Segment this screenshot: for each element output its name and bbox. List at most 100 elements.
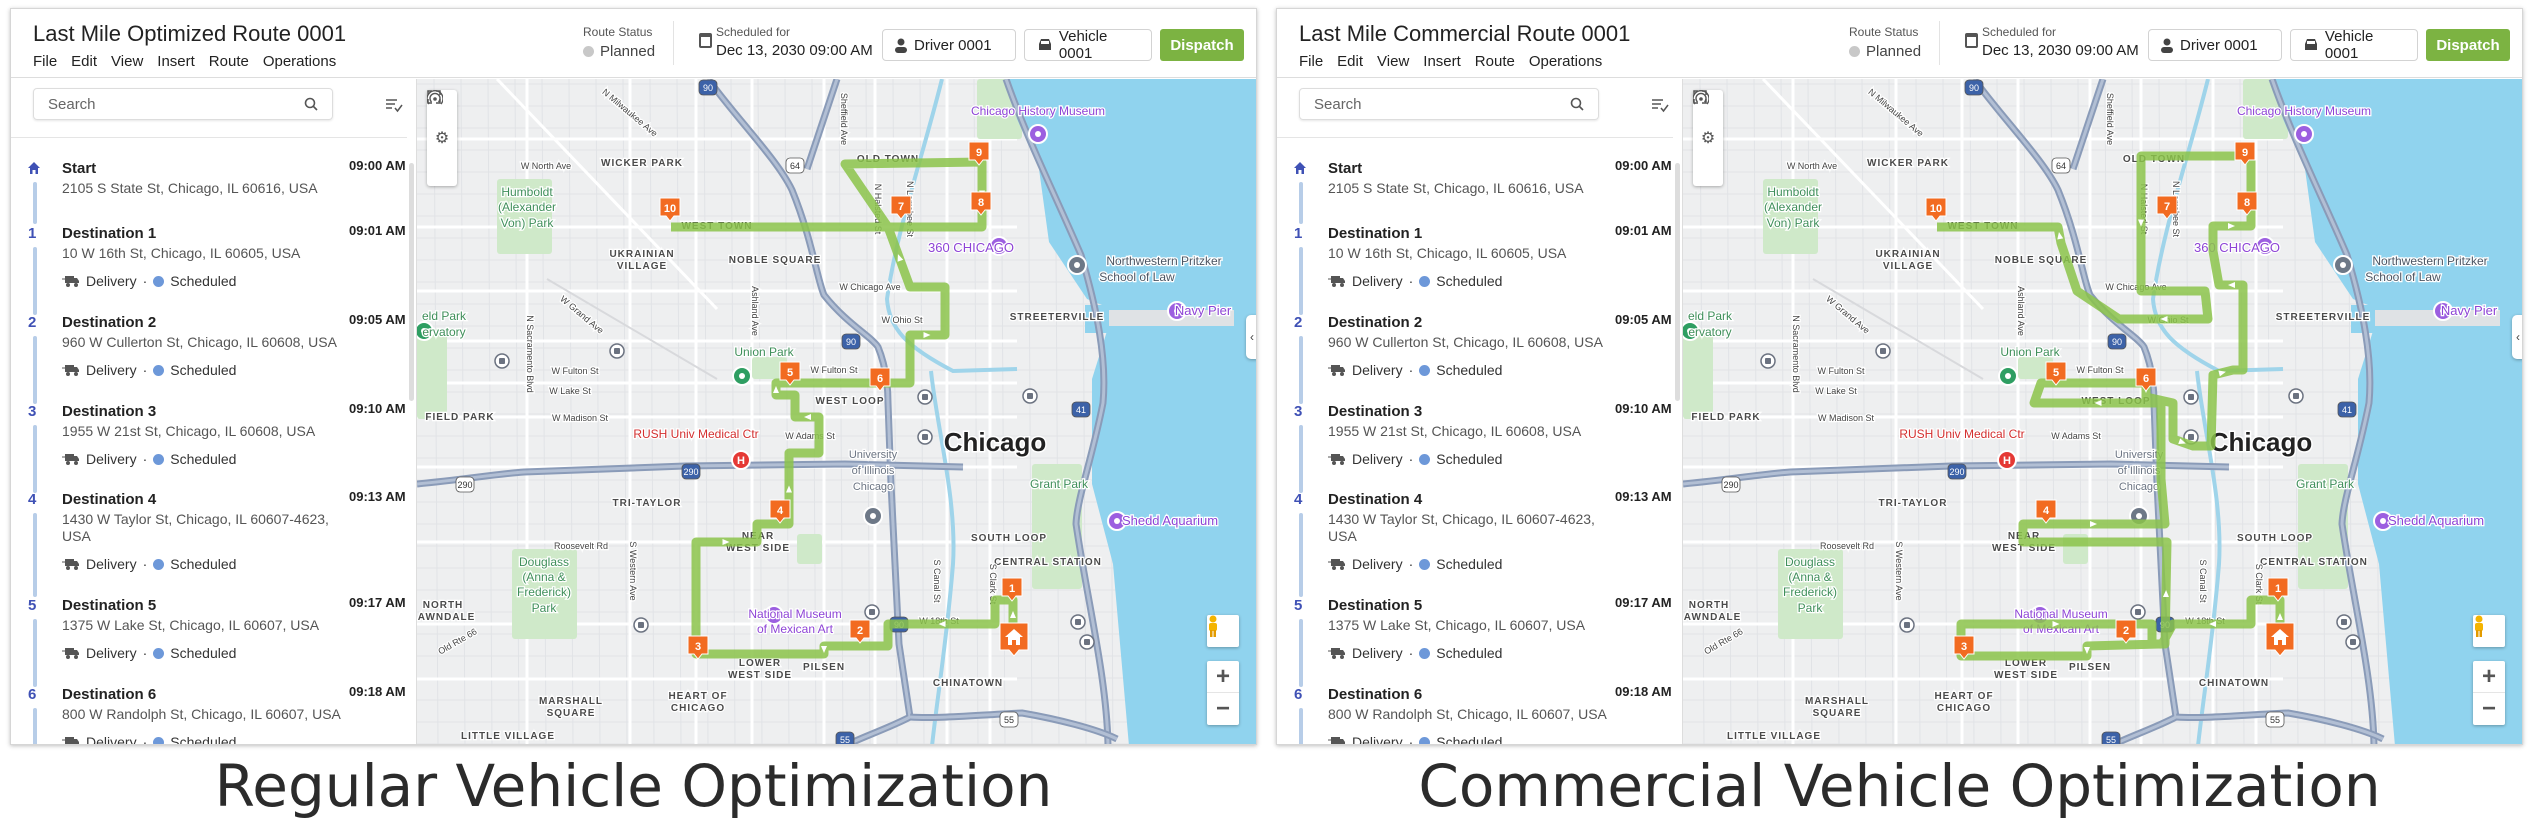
- transit-station-icon[interactable]: [2183, 389, 2199, 405]
- dispatch-button[interactable]: Dispatch: [1160, 29, 1244, 61]
- park-tree-icon[interactable]: [732, 366, 752, 386]
- map-label: SQUARE: [1813, 708, 1862, 719]
- transit-station-icon[interactable]: [917, 389, 933, 405]
- map-label: Ashland Ave: [750, 286, 760, 336]
- radar-icon[interactable]: [1693, 90, 1723, 186]
- zoom-in-button[interactable]: +: [2473, 661, 2505, 693]
- stop-marker[interactable]: 2: [2115, 619, 2137, 644]
- map-label: NORTH: [423, 600, 464, 611]
- sort-filter-icon[interactable]: [385, 97, 403, 113]
- driver-button[interactable]: Driver 0001: [2148, 29, 2282, 61]
- vehicle-button[interactable]: Vehicle 0001: [2290, 28, 2418, 62]
- map-canvas[interactable]: 90649029029041905555HN Milwaukee Ave Shef…: [417, 79, 1257, 745]
- map-canvas[interactable]: 90649029029041905555HN Milwaukee Ave Shef…: [1683, 79, 2523, 745]
- stop-status: Scheduled: [170, 273, 237, 289]
- school-icon[interactable]: [863, 506, 883, 526]
- transit-station-icon[interactable]: [1022, 388, 1038, 404]
- zoom-in-button[interactable]: +: [1207, 661, 1239, 693]
- menu-operations[interactable]: Operations: [263, 53, 336, 70]
- transit-station-icon[interactable]: [1760, 353, 1776, 369]
- scrollbar[interactable]: [409, 163, 414, 401]
- gear-icon[interactable]: ⚙: [427, 122, 457, 154]
- menu-view[interactable]: View: [111, 53, 143, 70]
- map-label: Northwestern Pritzker: [2372, 254, 2487, 268]
- menu-operations[interactable]: Operations: [1529, 53, 1602, 70]
- transit-station-icon[interactable]: [917, 429, 933, 445]
- street-view-pegman-icon[interactable]: [2473, 615, 2505, 647]
- route-map[interactable]: 90 64 90 290 290 41 90 55 55 H N Milwaukee Ave Shef…: [417, 79, 1257, 745]
- map-label: SOUTH LOOP: [2237, 533, 2313, 544]
- delivery-truck-icon: [1328, 454, 1345, 465]
- search-input[interactable]: Search: [33, 88, 333, 120]
- map-label: TRI-TAYLOR: [613, 498, 682, 509]
- transit-station-icon[interactable]: [2130, 604, 2146, 620]
- timeline-bar: [33, 513, 37, 597]
- vehicle-button[interactable]: Vehicle 0001: [1024, 28, 1152, 62]
- menu-edit[interactable]: Edit: [71, 53, 97, 70]
- menu-insert[interactable]: Insert: [157, 53, 195, 70]
- map-label: MARSHALL: [539, 696, 603, 707]
- menu-route[interactable]: Route: [209, 53, 249, 70]
- gear-icon[interactable]: ⚙: [1693, 122, 1723, 154]
- svg-text:290: 290: [1949, 467, 1964, 477]
- map-label: PILSEN: [803, 662, 845, 673]
- menu-file[interactable]: File: [1299, 53, 1323, 70]
- menu-view[interactable]: View: [1377, 53, 1409, 70]
- highway-shield: 41: [2337, 401, 2357, 418]
- collapse-panel-chevron-icon[interactable]: ‹: [1246, 315, 1256, 359]
- svg-text:4: 4: [777, 505, 784, 517]
- dispatch-button[interactable]: Dispatch: [2426, 29, 2510, 61]
- hospital-icon[interactable]: H: [731, 450, 751, 470]
- stop-number: 4: [1294, 491, 1303, 508]
- transit-station-icon[interactable]: [2288, 388, 2304, 404]
- museum-icon[interactable]: [2294, 124, 2314, 144]
- transit-station-icon[interactable]: [1079, 634, 1095, 650]
- stop-number: 3: [1294, 403, 1303, 420]
- radar-icon[interactable]: [427, 90, 457, 186]
- home-icon: [28, 160, 40, 178]
- school-icon[interactable]: [1067, 255, 1087, 275]
- stop-time: 09:13 AM: [349, 489, 406, 504]
- collapse-panel-chevron-icon[interactable]: ‹: [2512, 315, 2522, 359]
- menu-route[interactable]: Route: [1475, 53, 1515, 70]
- separator-dot: ·: [1408, 556, 1414, 572]
- transit-station-icon[interactable]: [1070, 614, 1086, 630]
- stop-type: Delivery: [86, 273, 137, 289]
- driver-button[interactable]: Driver 0001: [882, 29, 1016, 61]
- status-dot-icon: [153, 275, 165, 287]
- transit-station-icon[interactable]: [1899, 617, 1915, 633]
- stop-marker[interactable]: 10: [659, 197, 681, 222]
- status-dot-icon: [153, 558, 165, 570]
- menu-insert[interactable]: Insert: [1423, 53, 1461, 70]
- transit-station-icon[interactable]: [2336, 614, 2352, 630]
- stop-marker[interactable]: 2: [849, 619, 871, 644]
- menu-edit[interactable]: Edit: [1337, 53, 1363, 70]
- highway-shield: 41: [1071, 401, 1091, 418]
- route-status-value: Planned: [1866, 43, 1922, 60]
- search-icon: [304, 97, 318, 111]
- transit-station-icon[interactable]: [864, 604, 880, 620]
- museum-icon[interactable]: [1028, 124, 1048, 144]
- hospital-icon[interactable]: H: [1997, 450, 2017, 470]
- map-label: VILLAGE: [617, 261, 667, 272]
- transit-station-icon[interactable]: [609, 343, 625, 359]
- sort-filter-icon[interactable]: [1651, 97, 1669, 113]
- school-icon[interactable]: [2333, 255, 2353, 275]
- menu-file[interactable]: File: [33, 53, 57, 70]
- route-map[interactable]: 90 64 90 290 290 41 90 55 55 H N Milwaukee Ave Shef…: [1683, 79, 2523, 745]
- stop-marker[interactable]: 8: [970, 191, 992, 216]
- map-label: Roosevelt Rd: [1820, 541, 1874, 551]
- stop-type: Delivery: [86, 362, 137, 378]
- stop-type: Delivery: [1352, 734, 1403, 745]
- stop-marker[interactable]: 10: [1925, 197, 1947, 222]
- transit-station-icon[interactable]: [2345, 634, 2361, 650]
- park-tree-icon[interactable]: [1998, 366, 2018, 386]
- transit-station-icon[interactable]: [633, 617, 649, 633]
- transit-station-icon[interactable]: [494, 353, 510, 369]
- scrollbar[interactable]: [1675, 163, 1680, 401]
- zoom-out-button[interactable]: −: [2473, 693, 2505, 725]
- zoom-out-button[interactable]: −: [1207, 693, 1239, 725]
- search-input[interactable]: Search: [1299, 88, 1599, 120]
- street-view-pegman-icon[interactable]: [1207, 615, 1239, 647]
- transit-station-icon[interactable]: [1875, 343, 1891, 359]
